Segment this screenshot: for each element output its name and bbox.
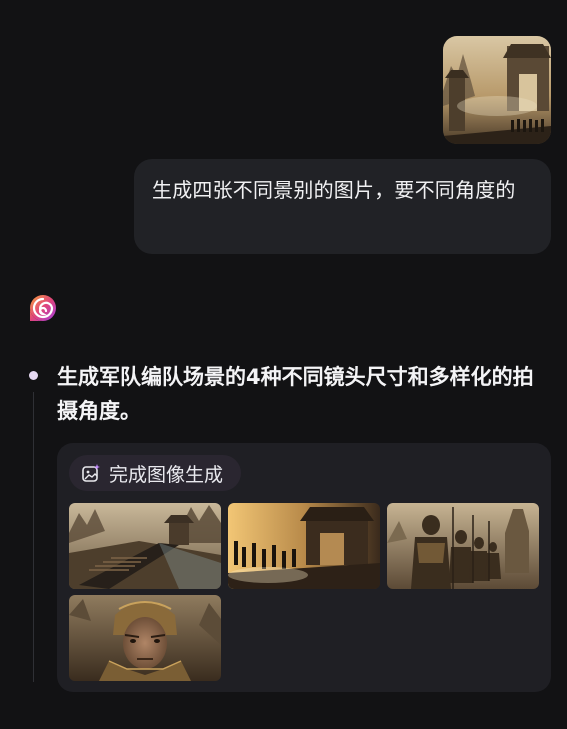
user-message-bubble: 生成四张不同景别的图片，要不同角度的	[134, 159, 551, 254]
reference-image-art	[443, 36, 551, 144]
thread-line	[33, 392, 34, 682]
chat-view: 生成四张不同景别的图片，要不同角度的 生成军队编队场景的4种不同镜头尺寸和多样化…	[0, 0, 567, 729]
armored-soldiers-medium-art	[387, 503, 539, 589]
gate-soldiers-wide-art	[228, 503, 380, 589]
image-sparkle-icon	[81, 463, 101, 483]
wide-army-formation-art	[69, 503, 221, 589]
generation-status-chip[interactable]: 完成图像生成	[69, 455, 242, 491]
user-reference-image[interactable]	[443, 36, 551, 144]
assistant-logo-icon	[28, 293, 58, 323]
user-message-text: 生成四张不同景别的图片，要不同角度的	[152, 178, 516, 202]
generated-image-3[interactable]	[387, 503, 539, 589]
bullet-marker	[29, 371, 38, 380]
image-generation-card: 完成图像生成	[57, 443, 551, 692]
assistant-response-text: 生成军队编队场景的4种不同镜头尺寸和多样化的拍摄角度。	[57, 365, 534, 423]
generated-image-1[interactable]	[69, 503, 221, 589]
generated-image-4[interactable]	[69, 595, 221, 681]
warrior-closeup-art	[69, 595, 221, 681]
generation-status-label: 完成图像生成	[109, 463, 224, 486]
generated-image-2[interactable]	[228, 503, 380, 589]
